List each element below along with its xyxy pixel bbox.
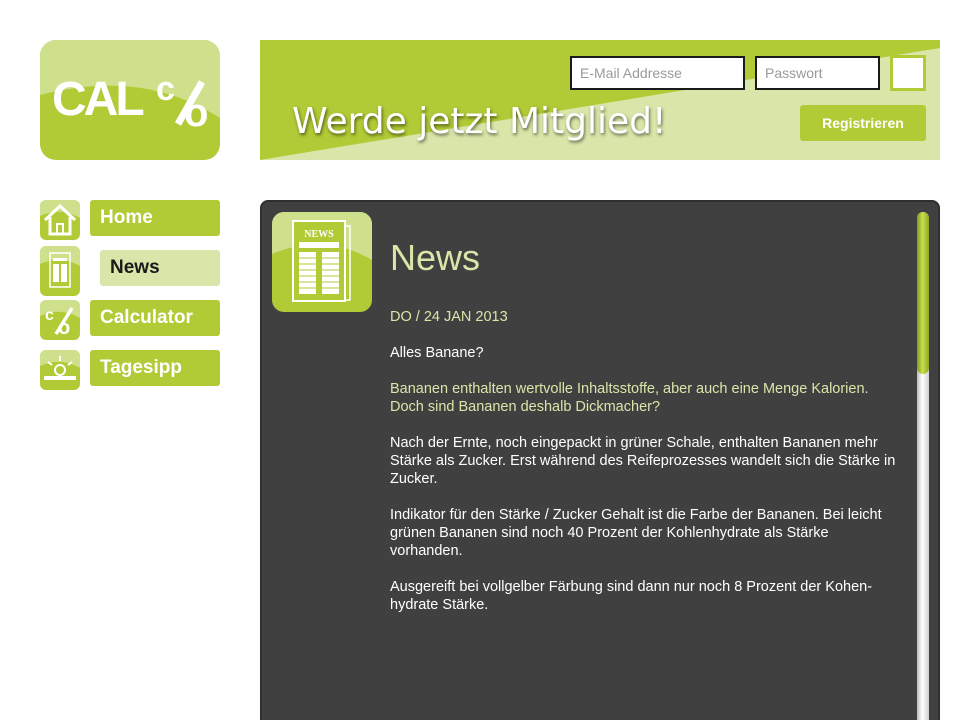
nav-item-tagesipp[interactable]: Tagesipp: [40, 350, 220, 390]
nav-label-calculator[interactable]: Calculator: [90, 300, 220, 336]
nav-item-calculator[interactable]: c o Calculator: [40, 300, 220, 340]
home-icon[interactable]: [40, 200, 80, 240]
news-newspaper-icon: NEWS: [272, 212, 372, 312]
register-button[interactable]: Registrieren: [800, 105, 926, 141]
scrollbar-thumb[interactable]: [917, 212, 929, 374]
svg-text:c: c: [156, 70, 175, 108]
article-paragraph: Indikator für den Stärke / Zucker Gehalt…: [390, 507, 882, 559]
nav-label-news[interactable]: News: [100, 250, 220, 286]
email-input[interactable]: [570, 56, 745, 90]
percent-icon[interactable]: c o: [40, 300, 80, 340]
svg-text:o: o: [184, 91, 208, 135]
sunrise-icon[interactable]: [40, 350, 80, 390]
article-body: Alles Banane? Bananen enthalten wertvoll…: [390, 344, 900, 632]
page-title: News: [390, 237, 481, 278]
article-headline: Alles Banane?: [390, 345, 484, 361]
news-icon-label: NEWS: [304, 229, 334, 240]
nav-label-tagesipp[interactable]: Tagesipp: [90, 350, 220, 386]
article-date: DO / 24 JAN 2013: [390, 309, 508, 325]
newspaper-icon[interactable]: [40, 246, 80, 296]
nav-item-home[interactable]: Home: [40, 200, 220, 240]
scrollbar[interactable]: [917, 212, 929, 720]
logo[interactable]: CAL c o: [40, 40, 220, 160]
article-lead: Bananen enthalten wertvolle Inhaltsstoff…: [390, 381, 869, 415]
svg-text:c: c: [45, 307, 54, 324]
registration-banner: Werde jetzt Mitglied! Registrieren: [260, 40, 940, 160]
article-paragraph: Nach der Ernte, noch eingepackt in grüne…: [390, 435, 896, 487]
svg-text:o: o: [58, 317, 70, 339]
article-paragraph: Ausgereift bei vollgelber Färbung sind d…: [390, 579, 873, 613]
login-submit-button[interactable]: [890, 55, 926, 91]
news-panel: NEWS News DO / 24 JAN 2013 Alles Banane?…: [260, 200, 940, 720]
percent-logo-icon: c o: [156, 70, 208, 135]
nav-label-home[interactable]: Home: [90, 200, 220, 236]
banner-title: Werde jetzt Mitglied!: [292, 101, 667, 142]
password-input[interactable]: [755, 56, 880, 90]
nav-item-news[interactable]: News: [40, 246, 220, 296]
